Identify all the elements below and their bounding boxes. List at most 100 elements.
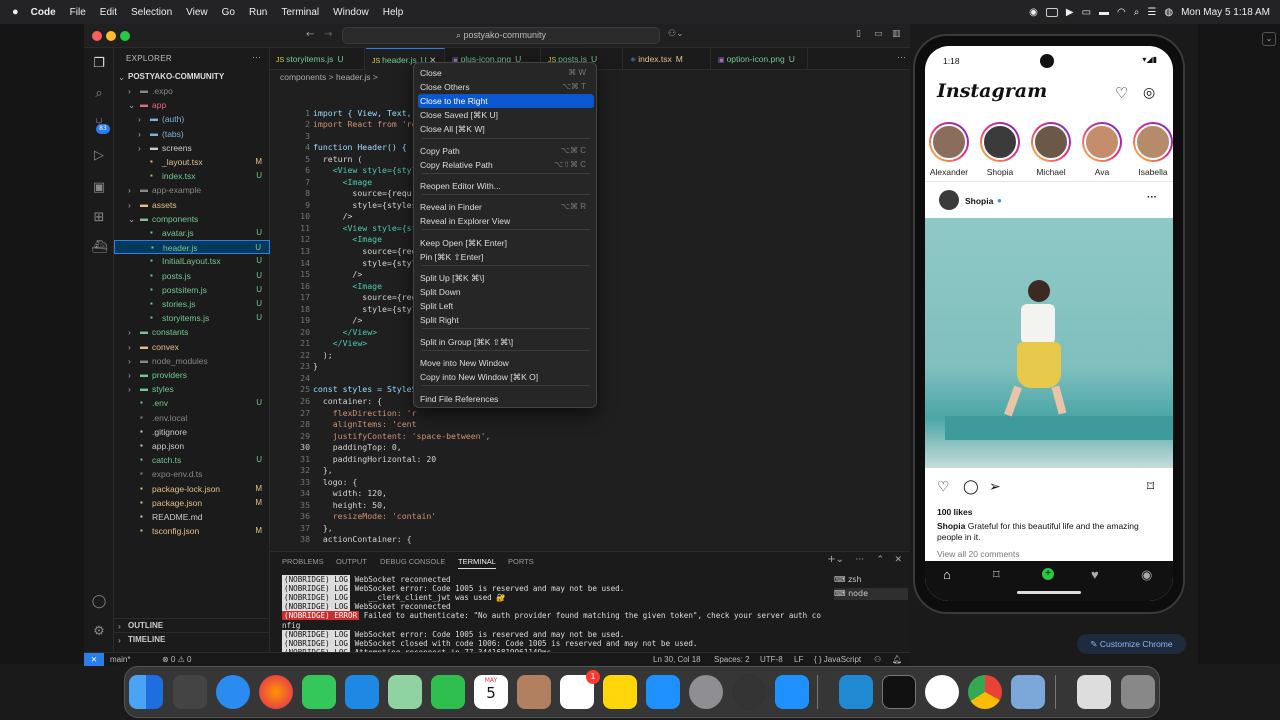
file-item[interactable]: ▪ .env.local (114, 411, 270, 425)
toggle-panel-icon[interactable]: ▭ (874, 29, 883, 39)
context-menu-item[interactable]: Move into New Window (418, 356, 594, 370)
account-icon[interactable]: ◯ (91, 594, 107, 610)
file-item[interactable]: ▪ _layout.tsx M (114, 155, 270, 169)
menubar-app-name[interactable]: Code (31, 7, 56, 18)
battery-icon[interactable]: ▬ (1099, 7, 1109, 18)
folder-item[interactable]: › ▬ .expo (114, 84, 270, 98)
wifi-icon[interactable]: ◠ (1117, 7, 1126, 18)
story-item[interactable]: Alexander (927, 122, 971, 177)
vscode-icon[interactable] (839, 675, 873, 709)
story-item[interactable]: Shopia (978, 122, 1022, 177)
folder-item[interactable]: › ▬ assets (114, 198, 270, 212)
outline-section[interactable]: › OUTLINE (114, 618, 270, 632)
more-actions-icon[interactable]: ··· (897, 52, 906, 62)
folder-item[interactable]: ⌄ ▬ app (114, 98, 270, 112)
mail-icon[interactable] (345, 675, 379, 709)
context-menu-item[interactable]: Find File References (418, 392, 594, 406)
context-menu-item[interactable]: Split in Group [⌘K ⇧⌘\] (418, 335, 594, 349)
menu-go[interactable]: Go (222, 7, 235, 18)
file-item[interactable]: ▪ .gitignore (114, 425, 270, 439)
file-item[interactable]: ▪ package-lock.json M (114, 482, 270, 496)
file-item[interactable]: ▪ storyitems.js U (114, 311, 270, 325)
context-menu-item[interactable]: Pin [⌘K ⇧Enter] (418, 250, 594, 264)
zip-file-icon[interactable] (1077, 675, 1111, 709)
calendar-icon[interactable]: MAY 5 (474, 675, 508, 709)
bookmark-icon[interactable]: ⌑ (1147, 478, 1154, 495)
bookmark-tab-icon[interactable]: ⌑ (993, 567, 1000, 583)
finder-icon[interactable] (129, 675, 163, 709)
close-window-button[interactable] (92, 31, 102, 41)
line-ending[interactable]: LF (794, 653, 803, 666)
git-branch[interactable]: main* (110, 653, 130, 666)
toggle-sidebar-icon[interactable]: ▯ (856, 29, 861, 39)
minimize-window-button[interactable] (106, 31, 116, 41)
folder-item[interactable]: › ▬ app-example (114, 183, 270, 197)
context-menu-item[interactable]: Close to the Right (418, 94, 594, 108)
screen-icon[interactable] (1045, 7, 1058, 17)
notes-icon[interactable] (603, 675, 637, 709)
more-actions-icon[interactable]: ··· (855, 555, 864, 565)
file-item[interactable]: ▪ index.tsx U (114, 169, 270, 183)
menu-file[interactable]: File (70, 7, 86, 18)
problems-count[interactable]: ⊗ 0 ⚠ 0 (162, 653, 191, 666)
remote-explorer-icon[interactable]: ▣ (91, 180, 107, 196)
play-icon[interactable]: ▶ (1066, 7, 1074, 18)
menu-help[interactable]: Help (383, 7, 404, 18)
messenger-icon[interactable]: ◎ (1143, 84, 1155, 101)
context-menu-item[interactable]: Copy Relative Path ⌥⇧⌘ C (418, 158, 594, 172)
context-menu-item[interactable]: Split Up [⌘K ⌘\] (418, 271, 594, 285)
forward-arrow-icon[interactable]: → (324, 29, 332, 40)
maximize-panel-icon[interactable]: ⌃ (876, 555, 884, 565)
facetime-icon[interactable] (431, 675, 465, 709)
file-item[interactable]: ▪ stories.js U (114, 297, 270, 311)
context-menu-item[interactable]: Copy Path ⌥⌘ C (418, 144, 594, 158)
display-icon[interactable]: ▭ (1082, 7, 1091, 18)
close-panel-icon[interactable]: ✕ (894, 555, 902, 565)
folder-item[interactable]: › ▬ convex (114, 340, 270, 354)
file-item[interactable]: ▪ InitialLayout.tsx U (114, 254, 270, 268)
file-item[interactable]: ▪ .env U (114, 396, 270, 410)
menu-run[interactable]: Run (249, 7, 267, 18)
avatar[interactable] (939, 190, 959, 210)
quicktime-icon[interactable] (732, 675, 766, 709)
editor-tab[interactable]: ▣ option-icon.png U (712, 48, 808, 70)
file-item[interactable]: ▪ app.json (114, 439, 270, 453)
app-store-icon[interactable] (646, 675, 680, 709)
cursor-position[interactable]: Ln 30, Col 18 (653, 653, 701, 666)
context-menu-item[interactable]: Close Others ⌥⌘ T (418, 80, 594, 94)
file-item[interactable]: ▪ postsitem.js U (114, 283, 270, 297)
tab-output[interactable]: OUTPUT (336, 557, 367, 566)
heart-icon[interactable]: ♡ (1115, 84, 1128, 102)
story-item[interactable]: Isabella (1131, 122, 1173, 177)
search-icon[interactable]: ⌕ (91, 86, 107, 102)
command-center[interactable]: ⌕ postyako-community (342, 27, 660, 44)
maps-icon[interactable] (388, 675, 422, 709)
more-options-icon[interactable]: ··· (1147, 192, 1157, 203)
notifications-icon[interactable]: 🔔︎ (892, 653, 902, 666)
post-image[interactable] (925, 218, 1173, 468)
menu-terminal[interactable]: Terminal (281, 7, 319, 18)
file-item[interactable]: ▪ avatar.js U (114, 226, 270, 240)
new-terminal-icon[interactable]: +⌄ (827, 554, 844, 565)
android-studio-icon[interactable] (925, 675, 959, 709)
editor-tab[interactable]: JS storyitems.js U (270, 48, 365, 70)
remote-indicator-icon[interactable]: ⨯ (84, 653, 104, 666)
menubar-clock[interactable]: Mon May 5 1:18 AM (1181, 7, 1270, 18)
folder-item[interactable]: › ▬ providers (114, 368, 270, 382)
view-comments-link[interactable]: View all 20 comments (937, 549, 1020, 559)
file-item[interactable]: ▪ package.json M (114, 496, 270, 510)
run-debug-icon[interactable]: ▷ (91, 148, 107, 164)
context-menu-item[interactable]: Reopen Editor With... (418, 179, 594, 193)
tab-terminal[interactable]: TERMINAL (458, 557, 496, 569)
firefox-icon[interactable] (259, 675, 293, 709)
timeline-section[interactable]: › TIMELINE (114, 632, 270, 646)
terminal-session-zsh[interactable]: ⌨ zsh (834, 574, 908, 586)
create-post-icon[interactable]: + (1042, 568, 1054, 580)
folder-item[interactable]: › ▬ constants (114, 325, 270, 339)
more-actions-icon[interactable]: ··· (252, 52, 261, 62)
project-root[interactable]: ⌄ POSTYAKO-COMMUNITY (114, 70, 270, 84)
copilot-status-icon[interactable]: ⚇ (874, 653, 881, 666)
encoding[interactable]: UTF-8 (760, 653, 783, 666)
preview-icon[interactable] (1011, 675, 1045, 709)
file-item[interactable]: ▪ posts.js U (114, 269, 270, 283)
